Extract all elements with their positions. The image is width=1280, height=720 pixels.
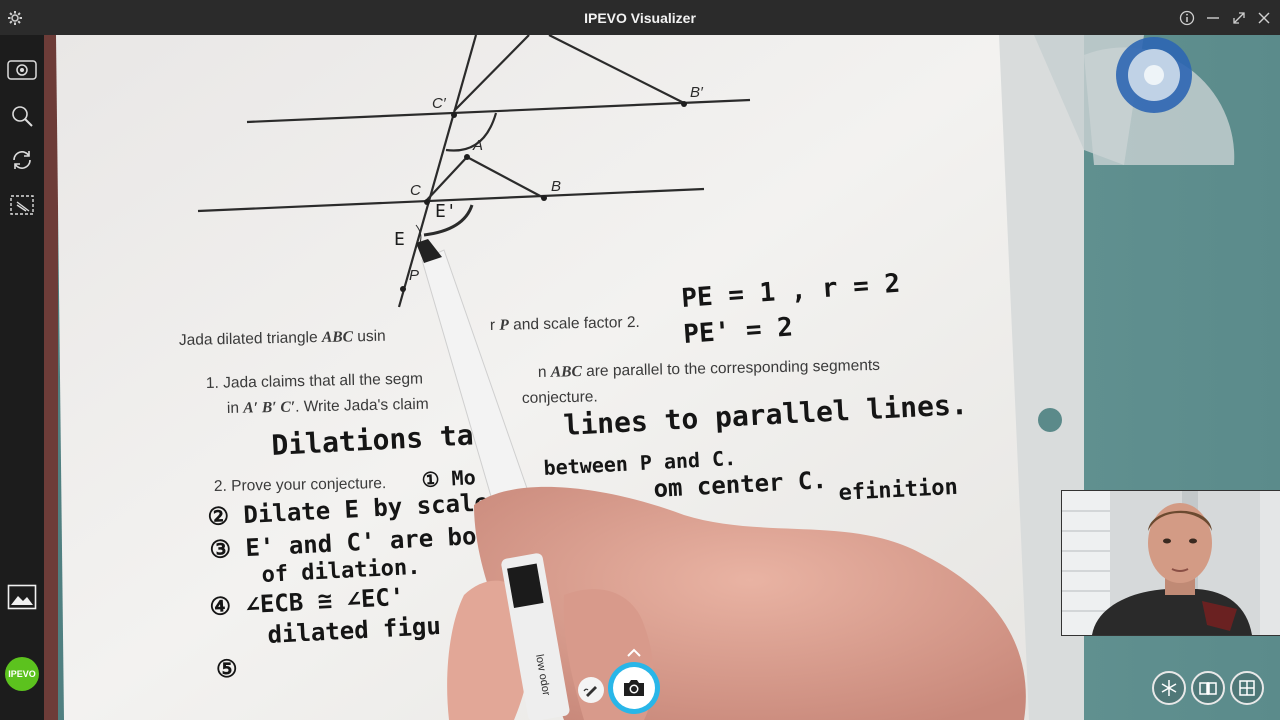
handwriting-step-1-start: ① Mo: [421, 465, 476, 492]
camera-capture-button[interactable]: [608, 662, 660, 714]
label-b-prime: B′: [690, 84, 704, 101]
freeze-icon[interactable]: [1152, 671, 1186, 705]
minimize-icon[interactable]: [1202, 0, 1224, 35]
label-e: E: [394, 229, 405, 250]
book-mode-icon[interactable]: [1191, 671, 1225, 705]
label-e-prime: E': [435, 201, 457, 222]
ipevo-logo[interactable]: IPEVO: [5, 657, 39, 691]
camera-source-icon[interactable]: [4, 53, 40, 87]
zoom-icon[interactable]: [4, 99, 40, 133]
camera-feed: C′ B′ A C B P E' E Jada dilated triangle…: [44, 35, 1280, 720]
binder-hole: [1038, 408, 1062, 432]
label-a: A: [472, 137, 483, 154]
left-toolbar: IPEVO: [0, 35, 44, 720]
question-2: 2. Prove your conjecture.: [214, 475, 387, 495]
problem-intro-end: r P and scale factor 2.: [490, 314, 640, 334]
annotate-icon[interactable]: [578, 677, 604, 703]
maximize-icon[interactable]: [1228, 0, 1250, 35]
window-title: IPEVO Visualizer: [584, 9, 696, 26]
info-icon[interactable]: [1176, 0, 1198, 35]
title-bar: IPEVO Visualizer: [0, 0, 1280, 35]
webcam-overlay[interactable]: [1061, 490, 1280, 636]
rotate-icon[interactable]: [4, 143, 40, 177]
close-icon[interactable]: [1253, 0, 1275, 35]
settings-icon[interactable]: [4, 0, 26, 35]
left-edge: [44, 35, 58, 720]
gallery-icon[interactable]: [4, 580, 40, 614]
capture-region-icon[interactable]: [4, 188, 40, 222]
camera-capture-icon[interactable]: [613, 667, 655, 709]
label-c-prime: C′: [432, 95, 447, 112]
expand-up-icon[interactable]: [621, 643, 647, 663]
layout-icon[interactable]: [1230, 671, 1264, 705]
question-1-line-2-end: conjecture.: [522, 388, 598, 407]
handwriting-step-5: ⑤: [216, 655, 238, 683]
label-b: B: [551, 178, 561, 195]
label-c: C: [410, 182, 421, 199]
label-p: P: [409, 267, 419, 284]
ipevo-logo-label: IPEVO: [8, 669, 36, 679]
